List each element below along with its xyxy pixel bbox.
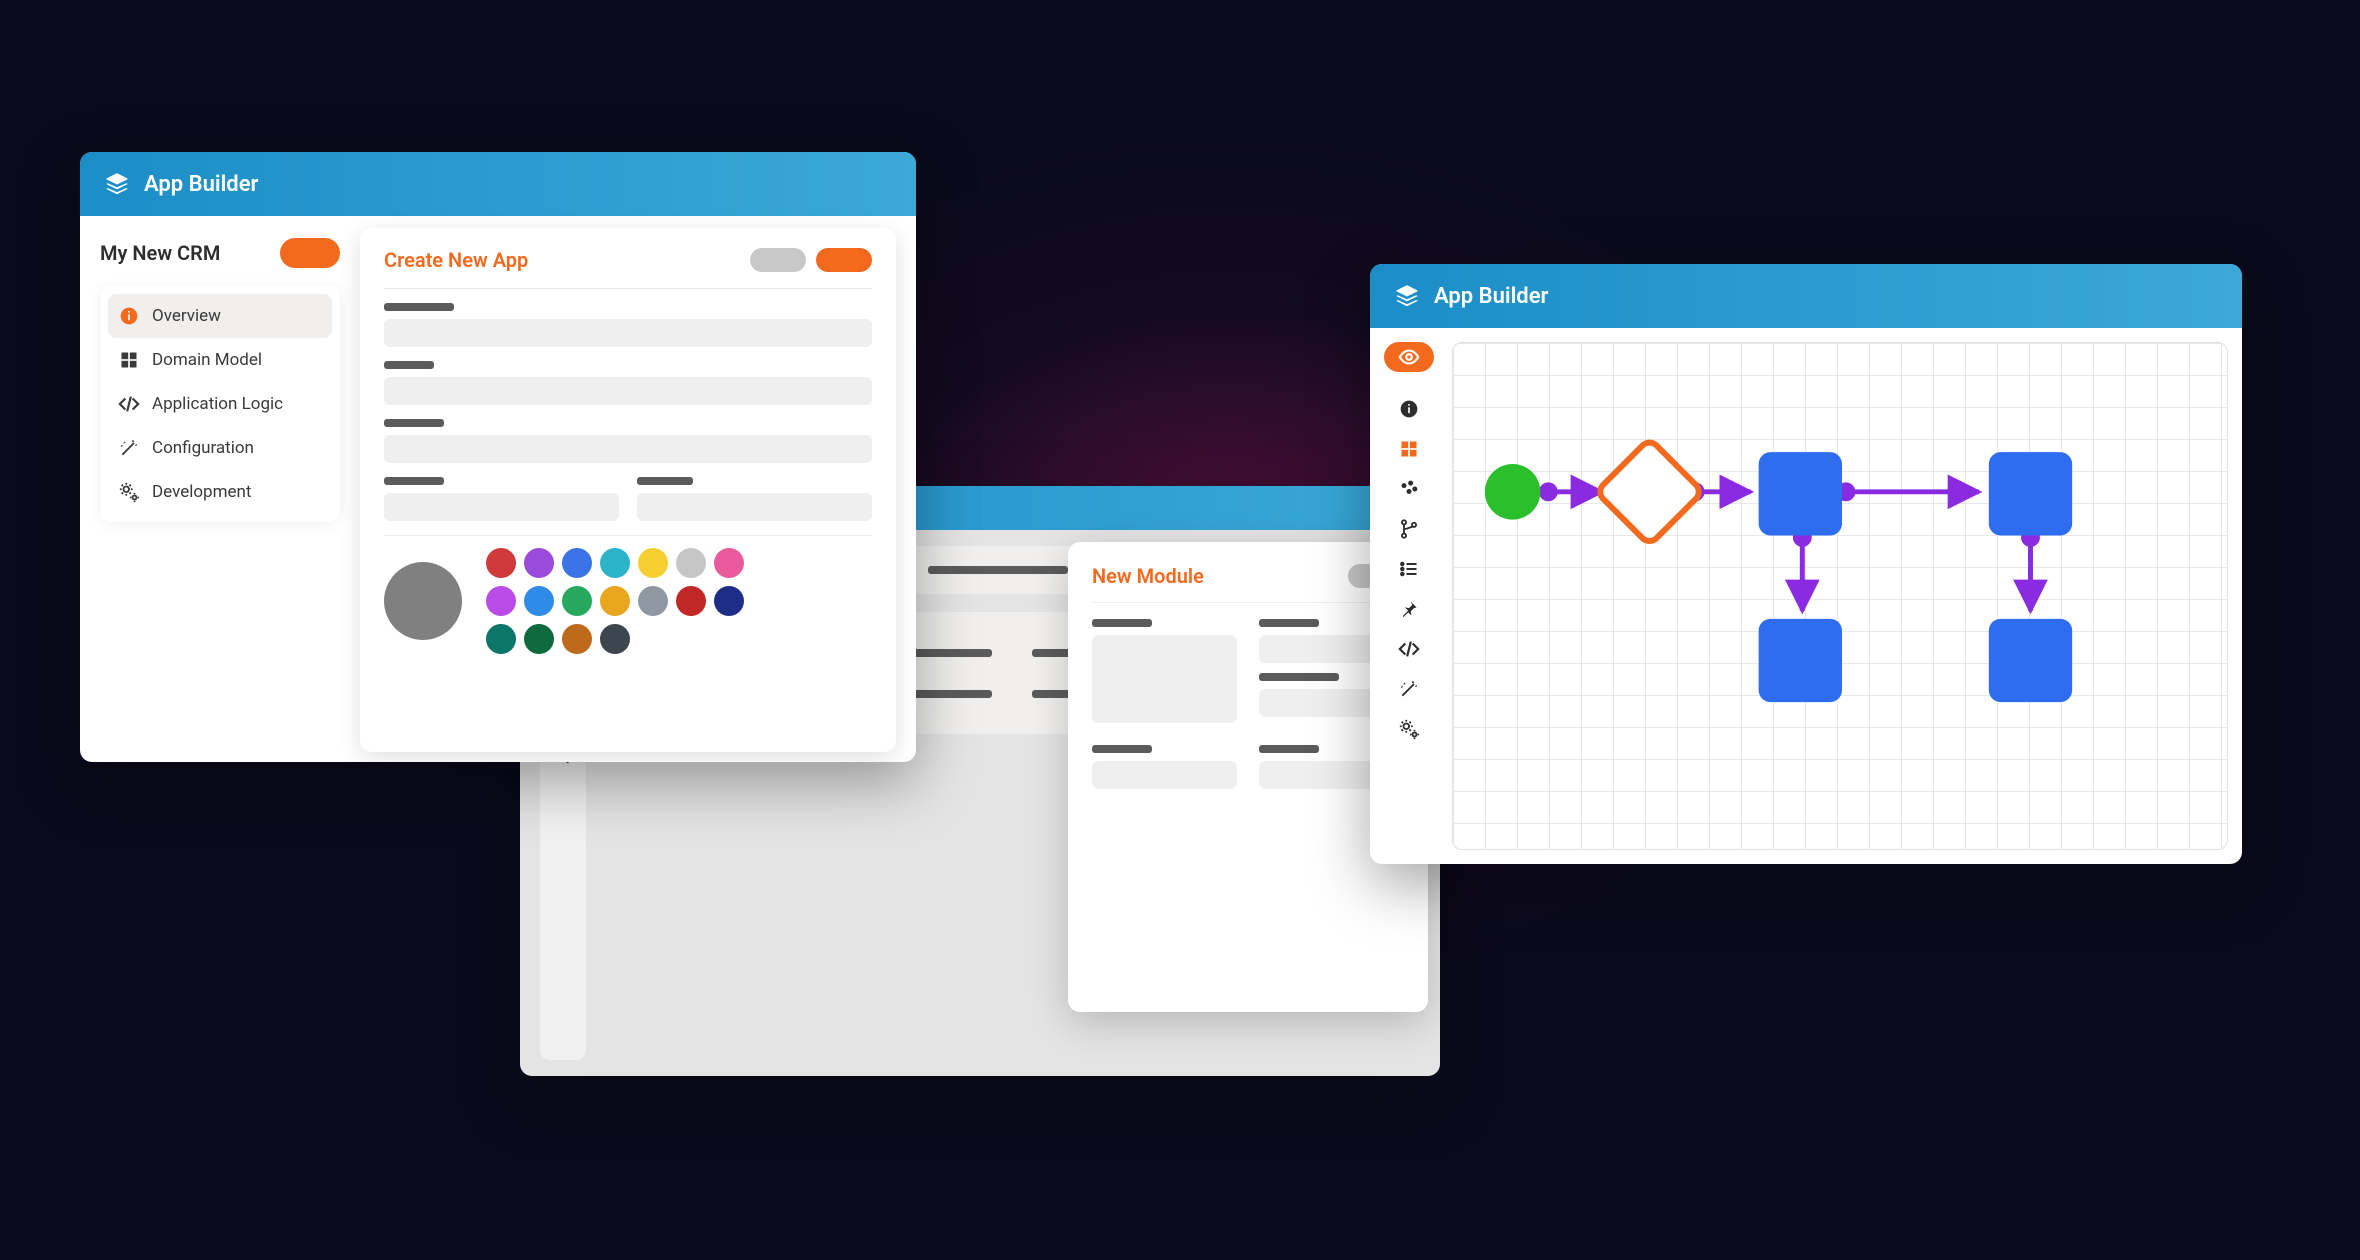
cluster-icon[interactable] — [1394, 474, 1424, 504]
color-swatch[interactable] — [562, 548, 592, 578]
preview-toggle[interactable] — [1384, 342, 1434, 372]
color-swatch[interactable] — [714, 586, 744, 616]
project-sidebar: My New CRM Overview Domain Model Applicati… — [100, 238, 360, 762]
layers-icon — [1394, 283, 1420, 309]
window-title: App Builder — [144, 172, 258, 197]
app-builder-window-right: App Builder — [1370, 264, 2242, 864]
flow-canvas[interactable] — [1452, 342, 2228, 850]
panel-toggle-off[interactable] — [750, 248, 806, 272]
create-app-form — [384, 303, 872, 654]
branch-icon[interactable] — [1394, 514, 1424, 544]
window-title: App Builder — [1434, 284, 1548, 309]
gears-icon — [118, 481, 140, 503]
sidebar-item-application-logic[interactable]: Application Logic — [108, 382, 332, 426]
wand-icon[interactable] — [1394, 674, 1424, 704]
color-swatch[interactable] — [600, 624, 630, 654]
sidebar-item-overview[interactable]: Overview — [108, 294, 332, 338]
color-swatch[interactable] — [638, 548, 668, 578]
sidebar-item-label: Domain Model — [152, 350, 262, 370]
grid-icon[interactable] — [1394, 434, 1424, 464]
color-swatch[interactable] — [486, 586, 516, 616]
sidebar-item-domain-model[interactable]: Domain Model — [108, 338, 332, 382]
panel-title: Create New App — [384, 248, 528, 272]
color-swatch[interactable] — [676, 548, 706, 578]
flow-task-node[interactable] — [1989, 452, 2072, 535]
code-icon — [118, 393, 140, 415]
color-swatch[interactable] — [524, 586, 554, 616]
titlebar-right: App Builder — [1370, 264, 2242, 328]
flow-task-node[interactable] — [1989, 619, 2072, 702]
app-builder-window-left: App Builder My New CRM Overview Domain Mo… — [80, 152, 916, 762]
layers-icon — [104, 171, 130, 197]
grid-icon — [118, 349, 140, 371]
sidebar-item-label: Overview — [152, 306, 221, 326]
color-swatch-grid — [486, 548, 744, 654]
color-swatch[interactable] — [524, 624, 554, 654]
color-swatch[interactable] — [524, 548, 554, 578]
color-swatch[interactable] — [486, 624, 516, 654]
titlebar-left: App Builder — [80, 152, 916, 216]
color-swatch[interactable] — [638, 586, 668, 616]
selected-color-swatch — [384, 562, 462, 640]
pin-icon[interactable] — [1394, 594, 1424, 624]
sidebar-item-label: Application Logic — [152, 394, 283, 414]
flow-task-node[interactable] — [1759, 452, 1842, 535]
new-module-title: New Module — [1092, 564, 1204, 588]
color-swatch[interactable] — [562, 586, 592, 616]
module-field[interactable] — [1092, 761, 1237, 789]
color-swatch[interactable] — [562, 624, 592, 654]
color-swatch[interactable] — [600, 548, 630, 578]
flow-diagram — [1453, 343, 2227, 849]
flow-task-node[interactable] — [1759, 619, 1842, 702]
panel-toggle-on[interactable] — [816, 248, 872, 272]
module-field[interactable] — [1092, 635, 1237, 723]
code-icon[interactable] — [1394, 634, 1424, 664]
sidebar-item-development[interactable]: Development — [108, 470, 332, 514]
color-picker — [384, 535, 872, 654]
sidebar-nav: Overview Domain Model Application Logic Con… — [100, 286, 340, 522]
info-icon[interactable] — [1394, 394, 1424, 424]
color-swatch[interactable] — [486, 548, 516, 578]
flow-decision-node[interactable] — [1596, 439, 1703, 546]
sidebar-item-configuration[interactable]: Configuration — [108, 426, 332, 470]
project-name: My New CRM — [100, 241, 220, 265]
project-status-toggle[interactable] — [280, 238, 340, 268]
color-swatch[interactable] — [600, 586, 630, 616]
sidebar-item-label: Configuration — [152, 438, 254, 458]
info-icon — [118, 305, 140, 327]
wand-icon — [118, 437, 140, 459]
flow-start-node[interactable] — [1485, 464, 1541, 520]
color-swatch[interactable] — [714, 548, 744, 578]
flow-tool-rail — [1370, 328, 1448, 864]
list-icon[interactable] — [1394, 554, 1424, 584]
sidebar-item-label: Development — [152, 482, 251, 502]
color-swatch[interactable] — [676, 586, 706, 616]
create-app-panel: Create New App — [360, 228, 896, 752]
gears-icon[interactable] — [1394, 714, 1424, 744]
